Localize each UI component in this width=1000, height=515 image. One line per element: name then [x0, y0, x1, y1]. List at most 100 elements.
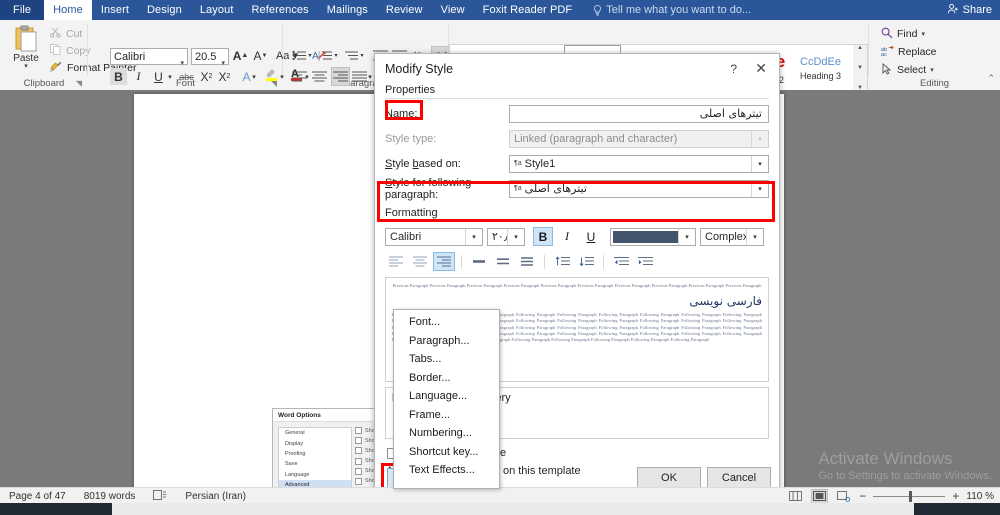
chevron-down-icon[interactable]: ▾	[678, 228, 695, 245]
italic-button[interactable]: I	[130, 68, 147, 85]
word-options-nav-item: Save	[285, 461, 298, 468]
style-gallery-item[interactable]: CcDdEe Heading 3	[792, 45, 849, 91]
dialog-multiple-spacing-button[interactable]	[516, 252, 538, 271]
dialog-double-spacing-button[interactable]	[492, 252, 514, 271]
dialog-script-select[interactable]: Complex ▾	[700, 227, 764, 246]
print-layout-button[interactable]	[811, 488, 829, 504]
ribbon-tab-design[interactable]: Design	[138, 0, 191, 20]
dialog-increase-space-after-button[interactable]	[575, 252, 597, 271]
select-button[interactable]: Select ▾	[881, 61, 937, 79]
zoom-slider-thumb[interactable]	[909, 490, 913, 502]
align-left-button[interactable]	[291, 68, 308, 85]
web-layout-button[interactable]	[835, 489, 852, 504]
numbering-button[interactable]: 123 ▾	[317, 47, 339, 64]
chevron-down-icon[interactable]: ▾	[507, 228, 524, 245]
font-size-input[interactable]: 20.5 ▾	[191, 48, 229, 67]
superscript-button[interactable]: X2	[216, 68, 233, 85]
ribbon-tab-file[interactable]: File	[0, 0, 45, 20]
multilevel-list-button[interactable]: ▾	[343, 47, 365, 64]
dialog-decrease-space-before-button[interactable]	[551, 252, 573, 271]
format-menu[interactable]: Font... Paragraph... Tabs... Border... Langu…	[393, 309, 500, 489]
chevron-down-icon[interactable]: ▾	[746, 228, 763, 245]
justify-dropdown-icon[interactable]: ▾	[366, 68, 374, 85]
format-menu-item[interactable]: Paragraph...	[394, 332, 499, 351]
zoom-out-button[interactable]: −	[859, 489, 866, 503]
shrink-font-button[interactable]: A ▼	[252, 47, 269, 64]
dialog-font-name-select[interactable]: Calibri ▾	[385, 227, 483, 246]
font-name-input[interactable]: Calibri ▾	[110, 48, 188, 67]
format-menu-item[interactable]: Font...	[394, 313, 499, 332]
style-name-input[interactable]: تیترهای اصلی	[509, 104, 769, 123]
dialog-bold-button[interactable]: B	[533, 227, 553, 246]
page-indicator[interactable]: Page 4 of 47	[0, 491, 75, 502]
read-mode-button[interactable]	[787, 489, 804, 504]
replace-button[interactable]: ab ac Replace	[881, 43, 937, 61]
chevron-down-icon[interactable]: ▾	[921, 30, 925, 38]
collapse-ribbon-icon[interactable]: ⌃	[987, 73, 995, 84]
scroll-up-icon[interactable]: ▲	[857, 45, 863, 51]
word-count[interactable]: 8019 words	[75, 491, 145, 502]
proofing-icon[interactable]	[144, 489, 176, 503]
bullets-button[interactable]: ▾	[291, 47, 313, 64]
zoom-slider[interactable]	[873, 490, 946, 502]
ribbon-tab-insert[interactable]: Insert	[92, 0, 138, 20]
dialog-align-right-button[interactable]	[433, 252, 455, 271]
dialog-decrease-indent-button[interactable]	[610, 252, 632, 271]
align-center-button[interactable]	[311, 68, 328, 85]
format-menu-item[interactable]: Tabs...	[394, 350, 499, 369]
styles-gallery-scrollbar[interactable]: ▲ ▼ ▼	[853, 44, 868, 92]
word-options-nav-item: General	[285, 430, 305, 437]
ribbon-tab-layout[interactable]: Layout	[191, 0, 243, 20]
format-menu-item[interactable]: Frame...	[394, 406, 499, 425]
dialog-align-left-button[interactable]	[385, 252, 407, 271]
style-type-label: Style type:	[385, 132, 437, 145]
chevron-down-icon[interactable]: ▾	[751, 180, 768, 197]
ribbon-tab-review[interactable]: Review	[377, 0, 432, 20]
dialog-align-center-button[interactable]	[409, 252, 431, 271]
align-right-button[interactable]	[331, 67, 350, 86]
dialog-italic-button[interactable]: I	[557, 227, 577, 246]
chevron-down-icon[interactable]: ▾	[751, 155, 768, 172]
chevron-down-icon[interactable]: ▾	[465, 228, 482, 245]
find-button[interactable]: Find ▾	[881, 25, 937, 43]
share-button[interactable]: Share	[947, 0, 992, 20]
format-menu-item[interactable]: Numbering...	[394, 424, 499, 443]
text-effects-dropdown-icon[interactable]: ▾	[250, 68, 258, 85]
zoom-level[interactable]: 110 %	[966, 491, 994, 502]
ribbon-tab-foxit-reader-pdf[interactable]: Foxit Reader PDF	[474, 0, 582, 20]
ribbon-tab-mailings[interactable]: Mailings	[318, 0, 377, 20]
format-menu-item[interactable]: Shortcut key...	[394, 443, 499, 462]
format-menu-item[interactable]: Language...	[394, 387, 499, 406]
taskbar[interactable]	[0, 503, 1000, 515]
chevron-down-icon[interactable]: ▾	[930, 66, 934, 74]
dialog-single-spacing-button[interactable]	[468, 252, 490, 271]
format-menu-item[interactable]: Text Effects...	[394, 461, 499, 480]
bold-button[interactable]: B	[110, 68, 127, 85]
paste-button[interactable]: Paste ▾	[6, 23, 46, 79]
format-menu-item[interactable]: Border...	[394, 369, 499, 388]
help-icon[interactable]: ?	[730, 62, 737, 76]
zoom-in-button[interactable]: +	[952, 489, 959, 503]
underline-dropdown-icon[interactable]: ▾	[166, 68, 174, 85]
style-following-select[interactable]: ¶a تیترهای اصلی ▾	[509, 179, 769, 198]
scroll-down-icon[interactable]: ▼	[857, 65, 863, 71]
ribbon-tab-home[interactable]: Home	[44, 0, 92, 20]
ribbon-tab-references[interactable]: References	[242, 0, 317, 20]
grow-font-button[interactable]: A ▲	[232, 47, 249, 64]
language-indicator[interactable]: Persian (Iran)	[176, 491, 255, 502]
subscript-button[interactable]: X2	[198, 68, 215, 85]
underline-button[interactable]: U	[150, 68, 167, 85]
style-based-on-select[interactable]: ¶a Style1 ▾	[509, 154, 769, 173]
strikethrough-button[interactable]: abc	[178, 68, 195, 85]
ok-button[interactable]: OK	[637, 467, 701, 489]
tell-me-search[interactable]: Tell me what you want to do...	[581, 0, 751, 20]
dialog-font-color-select[interactable]: ▾	[610, 227, 696, 246]
chevron-down-icon[interactable]: ▾	[24, 63, 28, 70]
dialog-increase-indent-button[interactable]	[634, 252, 656, 271]
cancel-button[interactable]: Cancel	[707, 467, 771, 489]
close-icon[interactable]: ✕	[755, 60, 767, 77]
dialog-underline-button[interactable]: U	[581, 227, 601, 246]
ribbon-tab-view[interactable]: View	[432, 0, 474, 20]
dialog-font-size-select[interactable]: ۲۰٫۵ ▾	[487, 227, 525, 246]
clipboard-dialog-launcher[interactable]: ◥	[76, 79, 82, 88]
